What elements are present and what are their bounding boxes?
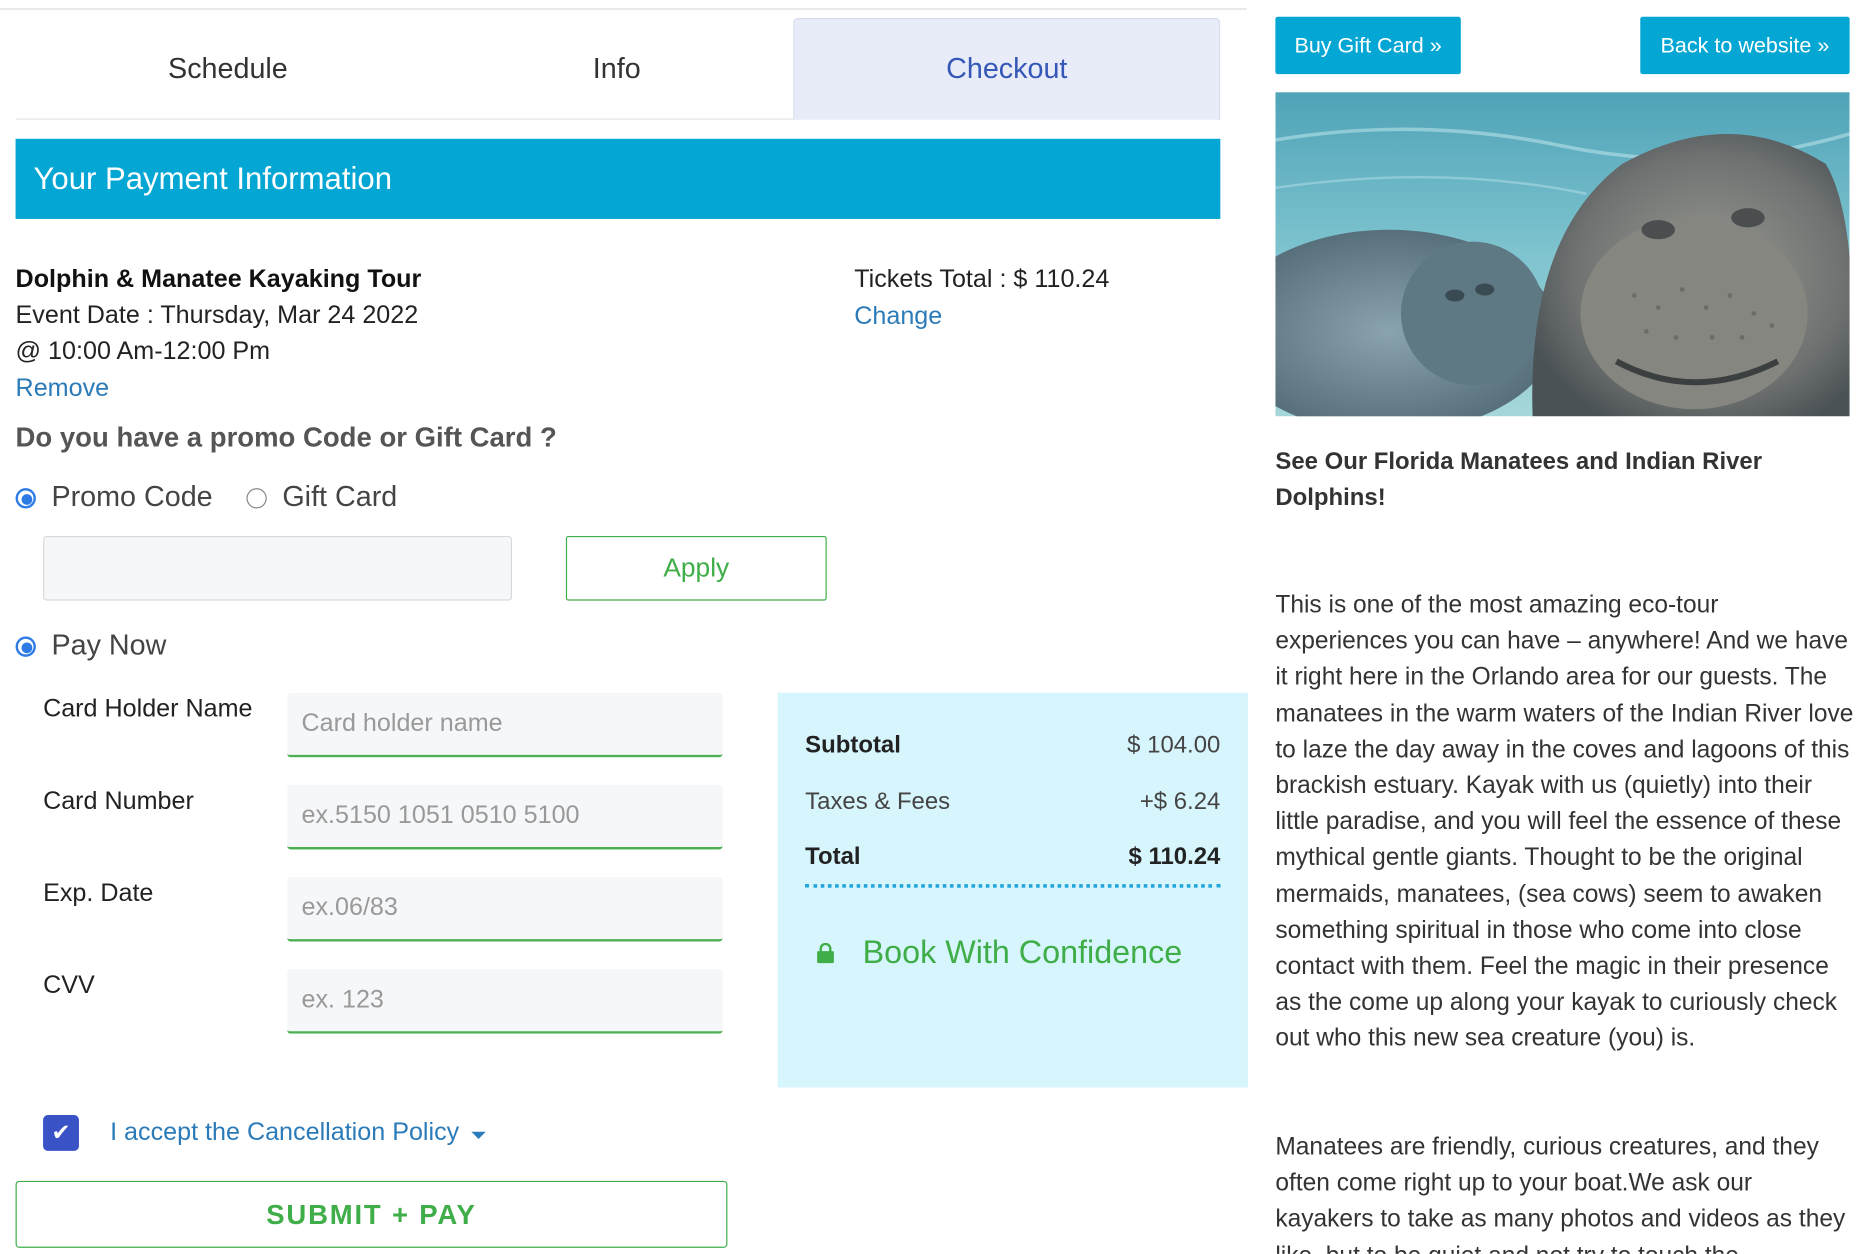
subtotal-value: $ 104.00 <box>1127 732 1221 759</box>
tab-schedule[interactable]: Schedule <box>16 18 441 120</box>
promo-question: Do you have a promo Code or Gift Card ? <box>15 421 557 453</box>
card-number-input[interactable]: ex.5150 1051 0510 5100 <box>287 784 723 850</box>
event-time: @ 10:00 Am-12:00 Pm <box>15 337 271 365</box>
subtotal-label: Subtotal <box>805 732 901 759</box>
checkout-tabs: Schedule Info Checkout <box>15 17 1221 120</box>
sidebar-title: See Our Florida Manatees and Indian Rive… <box>1275 448 1763 511</box>
promo-code-input[interactable] <box>43 535 513 601</box>
promo-code-option[interactable]: Promo Code <box>15 480 213 514</box>
gift-card-label: Gift Card <box>282 480 398 514</box>
confidence-text: Book With Confidence <box>862 934 1183 971</box>
cvv-input[interactable]: ex. 123 <box>287 969 723 1034</box>
pay-now-radio[interactable] <box>15 635 36 657</box>
gift-card-radio[interactable] <box>246 487 267 508</box>
caret-down-icon <box>471 1131 486 1139</box>
card-number-label: Card Number <box>43 787 194 815</box>
exp-date-input[interactable]: ex.06/83 <box>287 876 723 942</box>
manatee-photo <box>1275 92 1850 417</box>
divider <box>0 8 1247 10</box>
cvv-label: CVV <box>43 971 95 999</box>
total-value: $ 110.24 <box>1128 843 1221 870</box>
tab-info[interactable]: Info <box>440 18 793 120</box>
promo-code-label: Promo Code <box>51 480 213 514</box>
checkmark-icon: ✔ <box>51 1120 71 1146</box>
event-date: Event Date : Thursday, Mar 24 2022 <box>15 301 419 330</box>
payment-header: Your Payment Information <box>15 138 1221 219</box>
sidebar-paragraph-1: This is one of the most amazing eco-tour… <box>1275 591 1854 1053</box>
card-holder-label: Card Holder Name <box>43 695 253 723</box>
taxes-value: +$ 6.24 <box>1139 788 1221 815</box>
promo-code-radio[interactable] <box>15 487 36 508</box>
sidebar-paragraph-2: Manatees are friendly, curious creatures… <box>1275 1132 1846 1254</box>
lock-icon <box>817 942 834 964</box>
change-link[interactable]: Change <box>854 303 942 332</box>
cancellation-policy-label: I accept the Cancellation Policy <box>110 1118 460 1147</box>
buy-gift-card-button[interactable]: Buy Gift Card » <box>1275 16 1461 75</box>
book-with-confidence: Book With Confidence <box>817 934 1182 971</box>
exp-date-label: Exp. Date <box>43 879 154 907</box>
page: Schedule Info Checkout Your Payment Info… <box>0 0 1870 1254</box>
apply-button[interactable]: Apply <box>565 535 827 601</box>
subtotal-row: Subtotal $ 104.00 <box>805 732 1220 760</box>
tour-name: Dolphin & Manatee Kayaking Tour <box>15 265 422 294</box>
gift-card-option[interactable]: Gift Card <box>246 481 397 514</box>
tab-checkout[interactable]: Checkout <box>793 17 1221 120</box>
cancellation-policy-link[interactable]: I accept the Cancellation Policy <box>110 1118 486 1148</box>
pay-now-option[interactable]: Pay Now <box>15 629 167 662</box>
pay-now-label: Pay Now <box>51 629 167 662</box>
submit-pay-button[interactable]: SUBMIT + PAY <box>15 1180 728 1248</box>
tickets-total: Tickets Total : $ 110.24 <box>854 265 1110 294</box>
cancellation-checkbox[interactable]: ✔ <box>43 1115 79 1151</box>
card-holder-input[interactable]: Card holder name <box>287 692 723 758</box>
taxes-label: Taxes & Fees <box>805 788 951 815</box>
total-row: Total $ 110.24 <box>805 843 1220 871</box>
total-label: Total <box>805 843 861 870</box>
order-summary: Subtotal $ 104.00 Taxes & Fees +$ 6.24 T… <box>777 692 1248 1088</box>
back-to-website-button[interactable]: Back to website » <box>1640 16 1850 75</box>
remove-link[interactable]: Remove <box>16 374 110 403</box>
taxes-row: Taxes & Fees +$ 6.24 <box>805 788 1220 816</box>
dotted-divider <box>805 884 1221 888</box>
